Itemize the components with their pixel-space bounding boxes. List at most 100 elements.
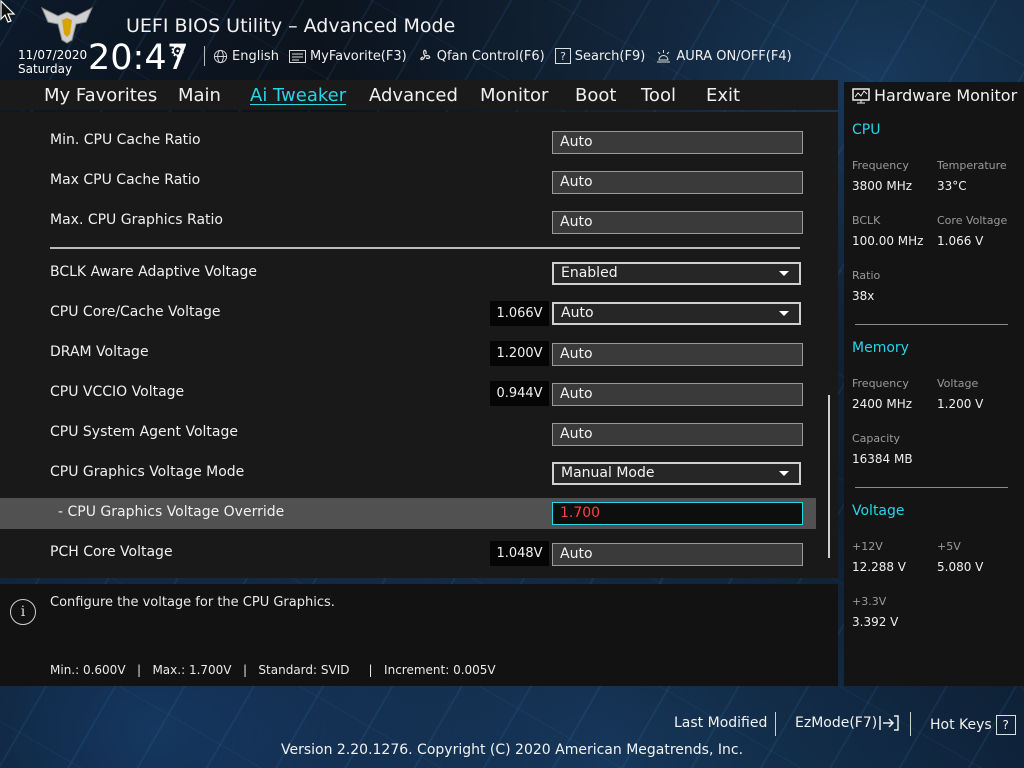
tab-boot[interactable]: Boot — [575, 85, 616, 106]
v5-label: +5V — [937, 540, 961, 553]
voltage-reading: 0.944V — [490, 381, 549, 406]
dropdown-value: Manual Mode — [561, 465, 655, 481]
pch-core-voltage-field[interactable]: Auto — [552, 543, 803, 566]
main-menu: My Favorites Main Ai Tweaker Advanced Mo… — [0, 80, 838, 110]
fan-icon — [417, 48, 433, 64]
last-modified-label: Last Modified — [674, 715, 768, 731]
setting-label: PCH Core Voltage — [50, 544, 173, 560]
voltage-reading: 1.048V — [490, 541, 549, 566]
cpu-ratio-value: 38x — [852, 289, 875, 303]
tab-exit[interactable]: Exit — [706, 85, 740, 106]
setting-label: - CPU Graphics Voltage Override — [58, 504, 285, 520]
v33-label: +3.3V — [852, 595, 887, 608]
setting-label: BCLK Aware Adaptive Voltage — [50, 264, 258, 280]
cpu-vccio-voltage-field[interactable]: Auto — [552, 383, 803, 406]
voltage-section-title: Voltage — [852, 503, 905, 519]
setting-label: DRAM Voltage — [50, 344, 149, 360]
cpu-core-cache-voltage-dropdown[interactable]: Auto — [552, 302, 801, 325]
myfavorite-label: MyFavorite(F3) — [309, 48, 407, 64]
footer-divider — [775, 712, 776, 736]
ezmode-label: EzMode(F7) — [795, 715, 878, 731]
scrollbar[interactable] — [828, 395, 830, 558]
search-button[interactable]: ? Search(F9) — [554, 48, 646, 64]
memory-voltage-label: Voltage — [937, 377, 979, 390]
copyright: Version 2.20.1276. Copyright (C) 2020 Am… — [280, 742, 744, 758]
setting-label: Max CPU Cache Ratio — [50, 172, 201, 188]
voltage-reading: 1.200V — [490, 341, 549, 366]
cpu-core-voltage-value: 1.066 V — [937, 234, 984, 248]
cpu-section-title: CPU — [852, 122, 881, 138]
memory-capacity-label: Capacity — [852, 432, 901, 445]
hw-title-label: Hardware Monitor — [874, 86, 1018, 105]
last-modified-button[interactable]: Last Modified — [674, 715, 767, 731]
language-label: English — [232, 48, 279, 64]
setting-label: CPU VCCIO Voltage — [50, 384, 185, 400]
aura-light-icon — [655, 48, 672, 64]
help-search-icon: ? — [554, 48, 571, 64]
max-cpu-graphics-ratio-field[interactable]: Auto — [552, 211, 803, 234]
max-cpu-cache-ratio-field[interactable]: Auto — [552, 171, 803, 194]
qfan-button[interactable]: Qfan Control(F6) — [417, 48, 545, 64]
tuf-logo-icon — [40, 6, 94, 44]
tab-tool[interactable]: Tool — [641, 85, 676, 106]
cpu-system-agent-voltage-field[interactable]: Auto — [552, 423, 803, 446]
language-button[interactable]: English — [213, 49, 279, 64]
weekday: Saturday — [18, 62, 73, 76]
favorite-list-icon — [288, 49, 306, 63]
v33-value: 3.392 V — [852, 615, 899, 629]
hardware-monitor-title: Hardware Monitor — [852, 86, 1017, 105]
hw-divider — [855, 324, 1008, 325]
tab-advanced[interactable]: Advanced — [369, 85, 458, 106]
tab-ai-tweaker[interactable]: Ai Tweaker — [250, 85, 346, 106]
help-description: Configure the voltage for the CPU Graphi… — [50, 595, 335, 610]
dropdown-arrow-icon — [779, 471, 789, 476]
v5-value: 5.080 V — [937, 560, 984, 574]
hotkeys-button[interactable]: Hot Keys ? — [930, 715, 1016, 735]
setting-label: CPU Graphics Voltage Mode — [50, 464, 245, 480]
help-panel: i Configure the voltage for the CPU Grap… — [0, 584, 838, 686]
cpu-graphics-voltage-override-input[interactable]: 1.700 — [552, 502, 803, 525]
aura-label: AURA ON/OFF(F4) — [676, 48, 792, 64]
cpu-ratio-label: Ratio — [852, 269, 881, 282]
gear-icon[interactable]: ⚙ — [170, 42, 185, 62]
mouse-pointer-icon — [0, 0, 16, 28]
hw-divider — [855, 487, 1008, 488]
memory-frequency-label: Frequency — [852, 377, 909, 390]
cpu-frequency-value: 3800 MHz — [852, 179, 913, 193]
dropdown-arrow-icon — [779, 271, 789, 276]
min-cpu-cache-ratio-field[interactable]: Auto — [552, 131, 803, 154]
tab-monitor[interactable]: Monitor — [480, 85, 548, 106]
search-label: Search(F9) — [574, 48, 646, 64]
toolbar-divider — [204, 46, 205, 66]
memory-section-title: Memory — [852, 340, 909, 356]
cpu-frequency-label: Frequency — [852, 159, 909, 172]
bclk-aware-dropdown[interactable]: Enabled — [552, 262, 801, 285]
v12-label: +12V — [852, 540, 883, 553]
dropdown-value: Enabled — [561, 265, 618, 281]
voltage-reading: 1.066V — [490, 301, 549, 326]
memory-frequency-value: 2400 MHz — [852, 397, 913, 411]
v12-value: 12.288 V — [852, 560, 907, 574]
setting-label: Max. CPU Graphics Ratio — [50, 212, 223, 228]
hardware-monitor-panel: Hardware Monitor CPU Frequency Temperatu… — [844, 82, 1024, 686]
voltage-limits: Min.: 0.600V | Max.: 1.700V | Standard: … — [50, 663, 496, 677]
tab-my-favorites[interactable]: My Favorites — [44, 85, 157, 106]
ezmode-button[interactable]: EzMode(F7) — [795, 715, 899, 731]
help-icon: ? — [995, 715, 1016, 735]
dropdown-arrow-icon — [779, 311, 789, 316]
info-icon: i — [10, 599, 36, 625]
dram-voltage-field[interactable]: Auto — [552, 343, 803, 366]
cpu-graphics-voltage-mode-dropdown[interactable]: Manual Mode — [552, 462, 801, 485]
cpu-core-voltage-label: Core Voltage — [937, 214, 1008, 227]
cpu-temperature-label: Temperature — [937, 159, 1007, 172]
myfavorite-button[interactable]: MyFavorite(F3) — [288, 48, 407, 64]
app-title: UEFI BIOS Utility – Advanced Mode — [126, 15, 456, 37]
memory-capacity-value: 16384 MB — [852, 452, 913, 466]
section-divider — [50, 247, 800, 249]
tab-main[interactable]: Main — [178, 85, 221, 106]
svg-text:?: ? — [560, 50, 566, 63]
qfan-label: Qfan Control(F6) — [436, 48, 545, 64]
setting-label: Min. CPU Cache Ratio — [50, 132, 201, 148]
aura-button[interactable]: AURA ON/OFF(F4) — [655, 48, 792, 64]
setting-label: CPU System Agent Voltage — [50, 424, 238, 440]
